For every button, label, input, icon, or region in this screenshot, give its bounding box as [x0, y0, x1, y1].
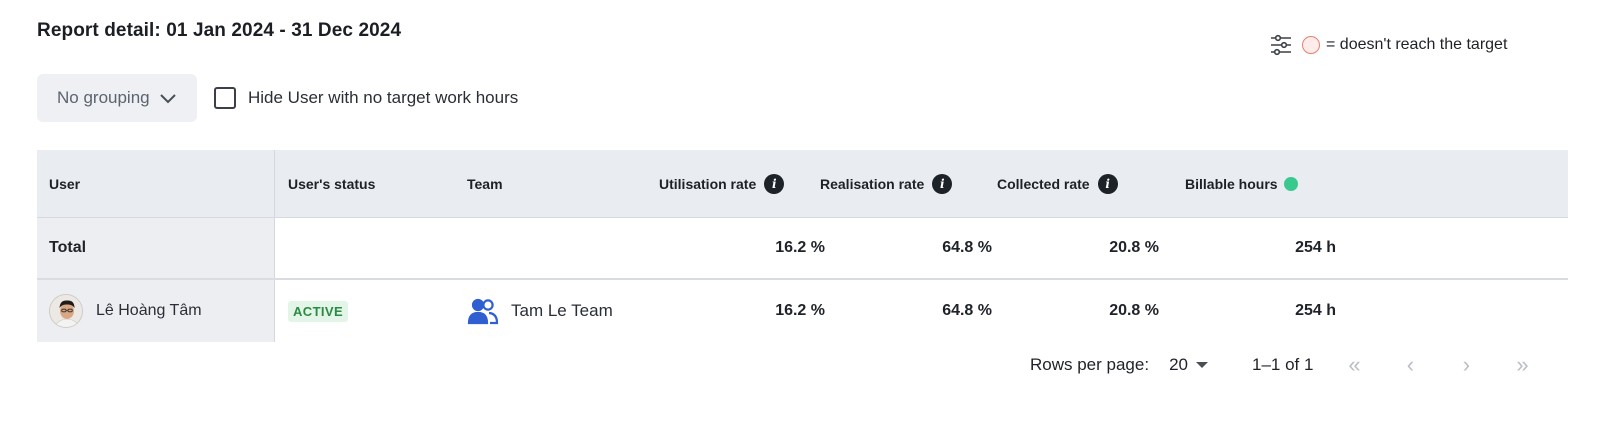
page-range: 1–1 of 1 [1252, 355, 1314, 374]
toolbar: No grouping Hide User with no target wor… [37, 74, 518, 122]
grouping-select-value: No grouping [57, 88, 150, 107]
page-title: Report detail: 01 Jan 2024 - 31 Dec 2024 [37, 20, 402, 41]
rows-per-page-select[interactable]: 20 [1169, 355, 1208, 375]
total-label: Total [49, 239, 87, 256]
next-page-icon[interactable]: › [1451, 350, 1481, 380]
col-header-status-label: User's status [288, 175, 376, 192]
info-icon[interactable]: i [932, 173, 953, 194]
first-page-icon[interactable]: « [1339, 350, 1369, 380]
rows-per-page-value: 20 [1169, 355, 1188, 374]
col-header-status[interactable]: User's status [275, 150, 375, 217]
table-total-row: Total 16.2 % 64.8 % 20.8 % 254 h [37, 218, 1568, 280]
col-header-collected-label: Collected rate [997, 175, 1090, 192]
user-name[interactable]: Lê Hoàng Tâm [96, 302, 202, 320]
col-header-realisation-label: Realisation rate [820, 175, 925, 192]
col-header-billable[interactable]: Billable hours [1185, 150, 1298, 217]
pagination: Rows per page: 20 1–1 of 1 « ‹ › » [1030, 350, 1537, 380]
col-header-collected[interactable]: Collected rate i [997, 150, 1118, 217]
col-header-user[interactable]: User [37, 150, 275, 217]
chevron-down-icon [160, 94, 176, 104]
status-badge: ACTIVE [288, 300, 349, 322]
col-header-utilisation-label: Utilisation rate [659, 175, 757, 192]
team-icon [467, 297, 499, 325]
total-collected: 20.8 % [1109, 239, 1159, 256]
grouping-select[interactable]: No grouping [37, 74, 197, 122]
col-header-user-label: User [49, 175, 81, 192]
previous-page-icon[interactable]: ‹ [1395, 350, 1425, 380]
filter-settings-icon[interactable] [1268, 32, 1294, 58]
table-row[interactable]: Lê Hoàng Tâm ACTIVE Tam Le Team 16.2 % 6… [37, 280, 1568, 342]
last-page-icon[interactable]: » [1507, 350, 1537, 380]
rows-per-page-label: Rows per page: [1030, 355, 1150, 374]
caret-down-icon [1196, 362, 1208, 368]
row-utilisation: 16.2 % [775, 302, 825, 319]
billable-status-dot-icon [1283, 176, 1298, 191]
target-legend: = doesn't reach the target [1268, 33, 1507, 57]
col-header-team-label: Team [467, 175, 503, 192]
team-cell[interactable]: Tam Le Team [455, 280, 613, 342]
table-header-row: User User's status Team Utilisation rate… [37, 150, 1568, 218]
info-icon[interactable]: i [764, 173, 785, 194]
legend-text: = doesn't reach the target [1326, 36, 1508, 53]
total-realisation: 64.8 % [942, 239, 992, 256]
hide-no-target-checkbox-wrap[interactable]: Hide User with no target work hours [214, 87, 518, 109]
team-name[interactable]: Tam Le Team [511, 301, 613, 321]
row-realisation: 64.8 % [942, 302, 992, 319]
status-cell: ACTIVE [275, 280, 349, 342]
row-billable: 254 h [1295, 302, 1336, 319]
report-table: User User's status Team Utilisation rate… [37, 150, 1568, 342]
col-header-billable-label: Billable hours [1185, 175, 1278, 192]
target-miss-circle-icon [1302, 36, 1320, 54]
total-utilisation: 16.2 % [775, 239, 825, 256]
col-header-utilisation[interactable]: Utilisation rate i [659, 150, 785, 217]
user-cell[interactable]: Lê Hoàng Tâm [37, 280, 275, 342]
col-header-team[interactable]: Team [455, 150, 503, 217]
col-header-realisation[interactable]: Realisation rate i [820, 150, 953, 217]
info-icon[interactable]: i [1097, 173, 1118, 194]
total-label-cell: Total [37, 218, 275, 278]
avatar [49, 294, 83, 328]
hide-no-target-checkbox[interactable] [214, 87, 236, 109]
row-collected: 20.8 % [1109, 302, 1159, 319]
total-billable: 254 h [1295, 239, 1336, 256]
hide-no-target-label: Hide User with no target work hours [248, 88, 519, 107]
